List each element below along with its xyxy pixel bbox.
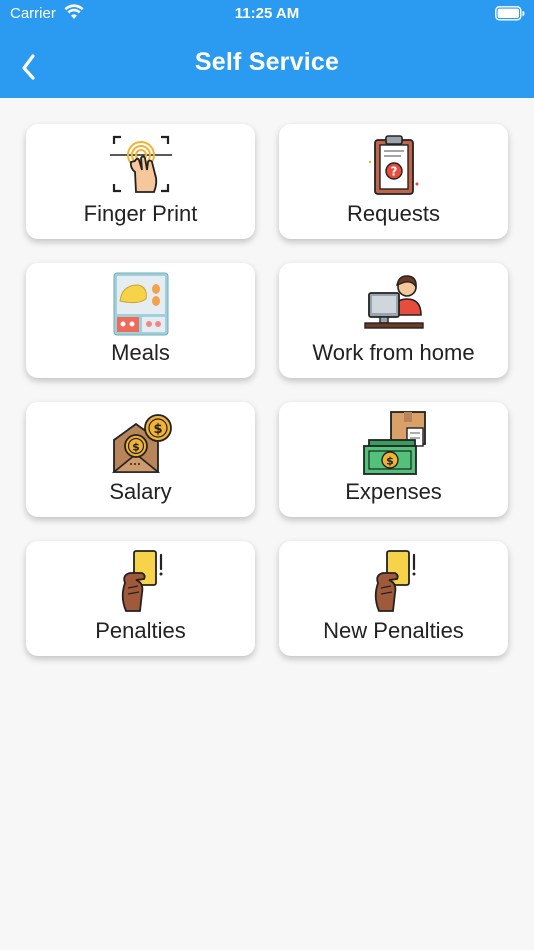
nav-bar: Self Service	[0, 40, 534, 86]
service-card-work-from-home[interactable]: Work from home	[279, 263, 508, 378]
status-time: 11:25 AM	[234, 5, 300, 22]
service-label: Meals	[111, 340, 170, 365]
service-card-new-penalties[interactable]: New Penalties	[279, 541, 508, 656]
service-card-expenses[interactable]: $ Expenses	[279, 402, 508, 517]
yellow-card-icon	[279, 549, 508, 615]
battery-icon	[495, 6, 525, 25]
svg-text:$: $	[132, 441, 140, 454]
svg-text:$: $	[386, 455, 394, 468]
service-card-meals[interactable]: Meals	[26, 263, 255, 378]
service-label: Expenses	[345, 479, 442, 504]
service-label: Salary	[109, 479, 172, 504]
service-card-salary[interactable]: $ $ Salary	[26, 402, 255, 517]
envelope-coins-icon: $ $	[26, 410, 255, 476]
app-header: Carrier 11:25 AM Self Service	[0, 0, 534, 98]
money-box-icon: $	[279, 410, 508, 476]
status-bar: Carrier 11:25 AM	[0, 0, 534, 28]
page-title: Self Service	[194, 48, 340, 76]
service-label: Work from home	[312, 340, 475, 365]
service-card-finger-print[interactable]: Finger Print	[26, 124, 255, 239]
service-label: New Penalties	[323, 618, 464, 643]
svg-text:?: ?	[390, 165, 397, 179]
service-card-requests[interactable]: ? Requests	[279, 124, 508, 239]
service-label: Finger Print	[83, 201, 198, 226]
person-at-computer-icon	[279, 271, 508, 337]
service-label: Penalties	[95, 618, 186, 643]
clipboard-question-icon: ?	[279, 132, 508, 198]
services-grid: Finger Print ? Requests Meals Work from …	[26, 124, 508, 656]
yellow-card-icon	[26, 549, 255, 615]
lunchbox-icon	[26, 271, 255, 337]
service-card-penalties[interactable]: Penalties	[26, 541, 255, 656]
svg-text:$: $	[153, 422, 162, 437]
service-label: Requests	[347, 201, 440, 226]
fingerprint-icon	[26, 132, 255, 198]
